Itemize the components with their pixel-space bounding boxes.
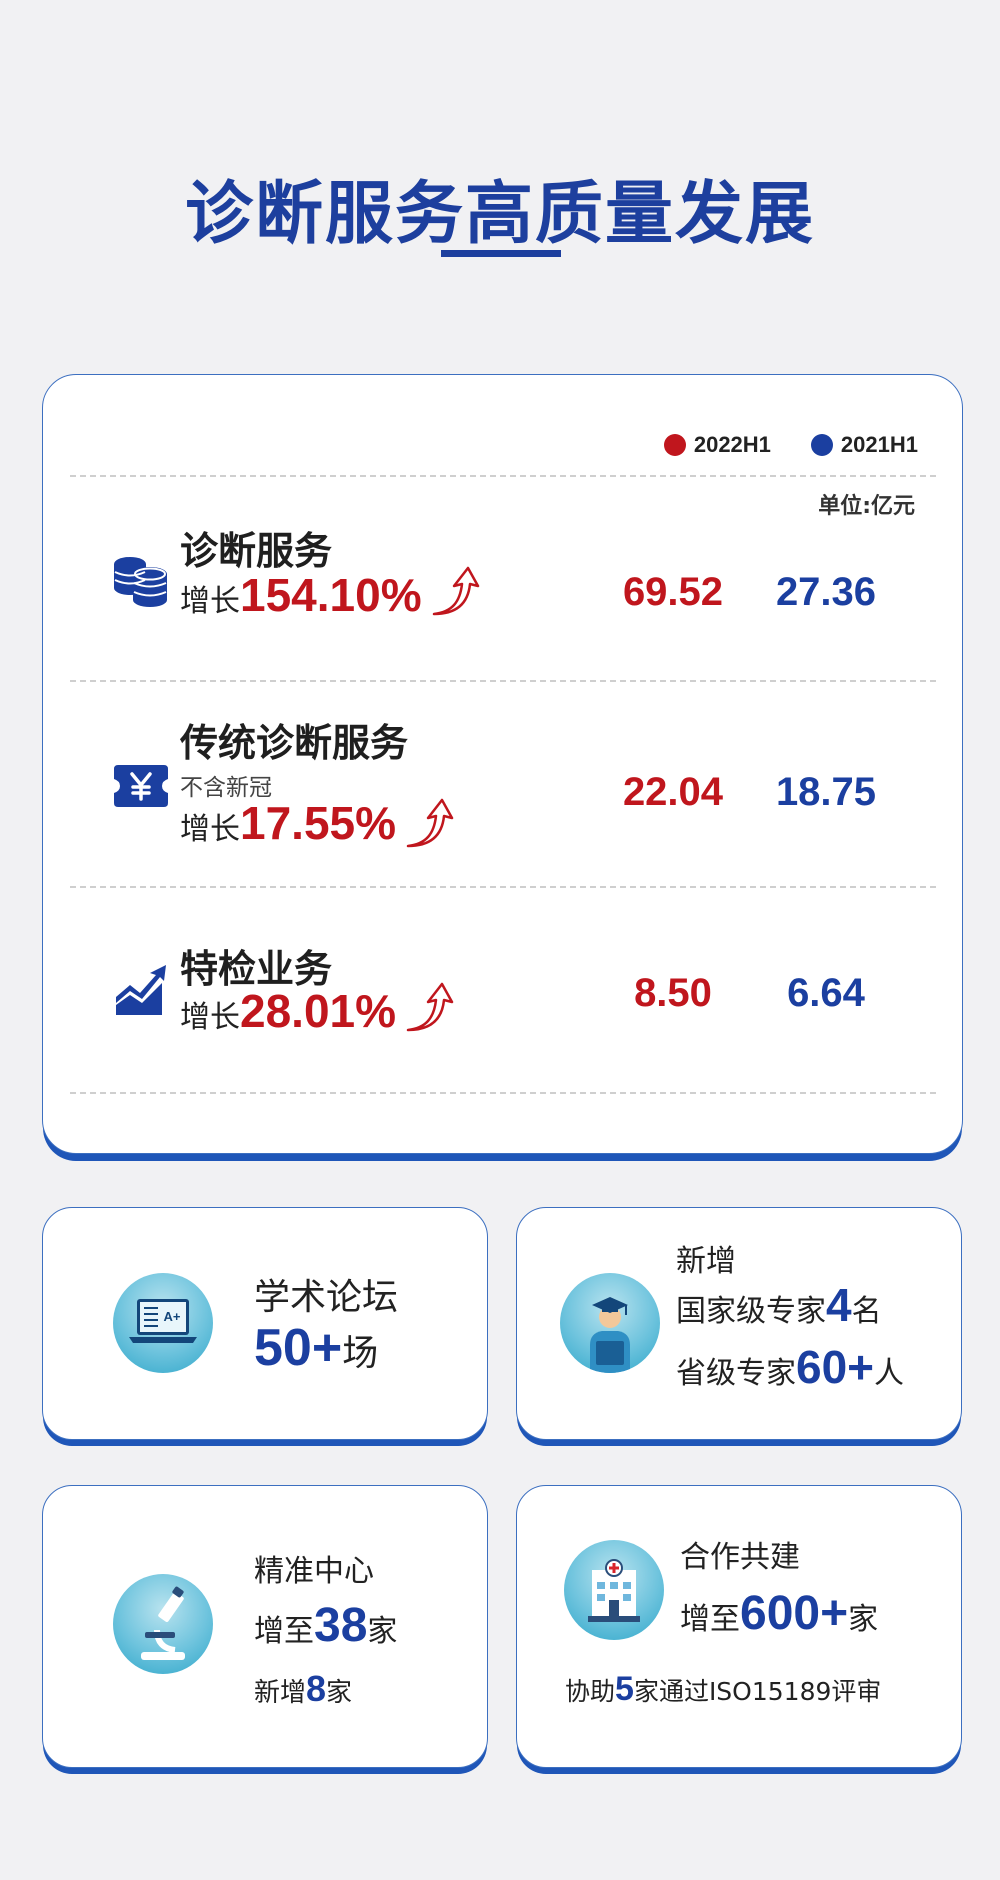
legend-item-previous: 2021H1 [810,432,918,458]
growth-value: 154.10% [240,569,422,621]
forum-count: 50+场 [254,1318,378,1378]
cooperation-line3: 协助5家通过ISO15189评审 [565,1670,881,1709]
yuan-ticket-icon [114,765,168,807]
cooperation-line3-suffix: 家通过ISO15189评审 [633,1677,882,1706]
legend-label-previous: 2021H1 [840,432,918,457]
value-2022: 22.04 [622,770,724,814]
legend-item-current: 2022H1 [663,432,771,458]
precision-line3-label: 新增 [254,1678,307,1708]
precision-line3: 新增8家 [254,1668,352,1710]
precision-line2-label: 增至 [254,1614,314,1649]
cooperation-line2-value: 600+ [740,1587,849,1640]
precision-title: 精准中心 [254,1554,374,1589]
precision-line2-value: 38 [314,1599,368,1652]
laptop-grade-icon: A+ [129,1299,197,1343]
row-name: 传统诊断服务 [180,721,409,765]
growth-value: 28.01% [240,985,397,1037]
national-value: 4 [826,1279,852,1331]
divider [70,886,936,888]
national-suffix: 名 [851,1294,882,1329]
divider [70,680,936,682]
divider [70,475,936,477]
experts-icon-circle [560,1273,660,1373]
forum-title: 学术论坛 [254,1277,399,1318]
legend-dot-red [663,434,686,456]
cooperation-line3-prefix: 协助 [565,1677,616,1706]
row-name: 诊断服务 [180,529,333,573]
cooperation-line3-value: 5 [615,1670,634,1708]
cooperation-icon-circle [564,1540,664,1640]
divider [70,1092,936,1094]
forum-icon-circle: A+ [113,1273,213,1373]
experts-prefix: 新增 [676,1244,736,1279]
graduate-expert-icon [590,1297,630,1373]
coins-stack-icon [114,557,167,607]
growth-label: 增长 [180,1000,240,1035]
growth-value: 17.55% [240,797,397,849]
legend: 2022H1 2021H1 [663,432,918,458]
arrow-up-icon [406,798,454,848]
experts-national: 国家级专家4名 [676,1278,882,1332]
arrow-up-icon [432,566,479,616]
row-growth: 增长 28.01% [180,984,396,1038]
forum-suffix: 场 [342,1333,379,1374]
microscope-icon [141,1586,185,1660]
unit-label: 单位:亿元 [818,494,915,519]
svg-text:A+: A+ [164,1309,181,1324]
row-growth: 增长 17.55% [180,796,396,850]
cooperation-line2-label: 增至 [680,1602,740,1637]
value-2021: 18.75 [775,770,877,814]
value-2022: 69.52 [622,570,724,614]
title-underline [441,250,561,257]
cooperation-line2-suffix: 家 [848,1602,879,1637]
experts-provincial: 省级专家60+人 [676,1340,904,1394]
provincial-value: 60+ [796,1341,875,1393]
growth-label: 增长 [180,812,240,847]
cooperation-title: 合作共建 [680,1540,800,1575]
precision-line2: 增至38家 [254,1598,397,1653]
provincial-label: 省级专家 [676,1356,796,1391]
forum-value: 50+ [254,1319,343,1377]
page-title: 诊断服务高质量发展 [184,175,815,254]
legend-dot-blue [810,434,833,456]
growth-label: 增长 [180,584,240,619]
provincial-suffix: 人 [874,1356,905,1391]
precision-icon-circle [113,1574,213,1674]
value-2021: 27.36 [775,570,877,614]
legend-label-current: 2022H1 [693,432,771,457]
precision-line2-suffix: 家 [367,1614,398,1649]
precision-line3-value: 8 [306,1668,327,1709]
value-2021: 6.64 [787,971,865,1015]
value-2022: 8.50 [634,971,712,1015]
cooperation-line2: 增至600+家 [680,1586,878,1641]
precision-line3-suffix: 家 [326,1678,353,1708]
row-growth: 增长 154.10% [180,568,422,622]
arrow-up-icon [406,982,454,1032]
hospital-icon [588,1559,640,1622]
national-label: 国家级专家 [676,1294,826,1329]
trend-chart-icon [116,965,166,1015]
